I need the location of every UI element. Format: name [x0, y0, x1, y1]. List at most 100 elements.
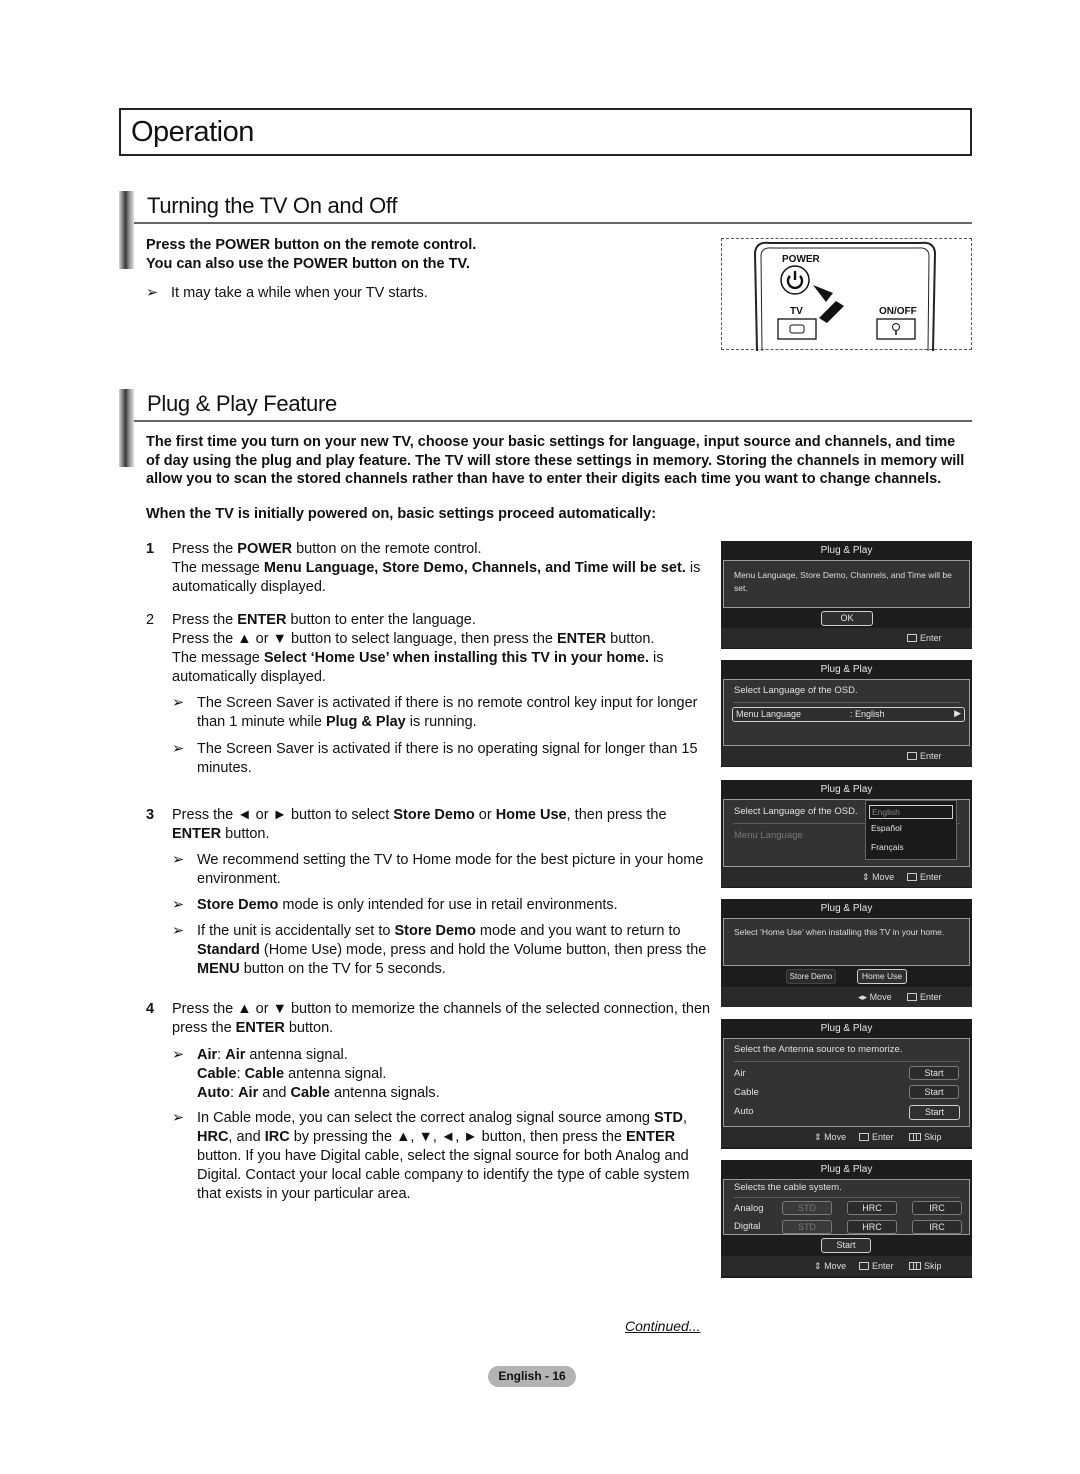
store-demo-button[interactable]: Store Demo: [786, 969, 836, 984]
menu-language-label: Menu Language: [734, 830, 803, 841]
digital-hrc-button[interactable]: HRC: [847, 1220, 897, 1234]
step-note: ➢ Air: Air antenna signal. Cable: Cable an…: [172, 1047, 440, 1101]
cable-start-button[interactable]: Start: [821, 1238, 871, 1253]
tv-label: TV: [790, 306, 803, 317]
osd-footer: Enter: [721, 746, 972, 766]
step-note: ➢ In Cable mode, you can select the corre…: [172, 1110, 690, 1202]
osd-ok-button[interactable]: OK: [821, 611, 873, 626]
enter-hint: Enter: [907, 992, 942, 1002]
power-label: POWER: [782, 254, 821, 265]
leftright-icon: ◂▸: [858, 992, 868, 1002]
section-rule: [134, 420, 972, 422]
step-number: 3: [146, 807, 155, 823]
updown-icon: ⇕: [862, 872, 870, 882]
pointer-arrow-icon: [813, 285, 833, 302]
osd-panel: Select Language of the OSD. Menu Languag…: [723, 679, 970, 746]
osd-title: Plug & Play: [820, 664, 873, 675]
step-note: ➢ Store Demo mode is only intended for us…: [172, 897, 618, 913]
note-arrow-icon: ➢: [172, 741, 185, 757]
language-dropdown[interactable]: English Español Français: [865, 800, 957, 860]
osd-message: Menu Language, Store Demo, Channels, and…: [723, 560, 970, 608]
start-air-button[interactable]: Start: [909, 1066, 959, 1080]
digital-std-button[interactable]: STD: [782, 1220, 832, 1234]
digital-irc-button[interactable]: IRC: [912, 1220, 962, 1234]
section2-intro: The first time you turn on your new TV, …: [146, 434, 965, 487]
section-heading-plug-and-play: Plug & Play Feature: [119, 389, 972, 467]
note-arrow-icon: ➢: [172, 1047, 185, 1063]
step-item: 4 Press the ▲ or ▼ button to memorize the…: [146, 1000, 711, 1038]
osd-title: Plug & Play: [820, 1164, 873, 1175]
osd-prompt: Select the Antenna source to memorize.: [734, 1044, 903, 1055]
skip-icon: [909, 1133, 921, 1141]
osd-screen-cable-system: Plug & Play Selects the cable system. An…: [721, 1160, 972, 1278]
osd-panel: Select the Antenna source to memorize. A…: [723, 1038, 970, 1127]
osd-screen-intro: Plug & Play Menu Language, Store Demo, C…: [721, 541, 972, 649]
start-cable-button[interactable]: Start: [909, 1085, 959, 1099]
osd-footer: Enter: [721, 628, 972, 648]
step-text: Press the POWER button on the remote con…: [172, 541, 701, 595]
continued-link: Continued...: [625, 1318, 701, 1334]
osd-title: Plug & Play: [820, 1023, 873, 1034]
osd-prompt: Select Language of the OSD.: [734, 685, 858, 696]
osd-footer: ⇕ Move Enter: [721, 867, 972, 887]
skip-icon: [909, 1262, 921, 1270]
step-item: 2 Press the ENTER button to enter the lan…: [146, 611, 711, 687]
enter-hint: Enter: [907, 751, 942, 761]
osd-prompt: Selects the cable system.: [734, 1182, 842, 1193]
enter-hint: Enter: [859, 1132, 894, 1142]
osd-footer: ⇕ Move Enter Skip: [721, 1256, 972, 1276]
note-arrow-icon: ➢: [172, 695, 185, 711]
language-option[interactable]: Español: [871, 823, 902, 833]
tv-button: [777, 318, 817, 340]
osd-screen-antenna: Plug & Play Select the Antenna source to…: [721, 1019, 972, 1149]
section-rule: [134, 222, 972, 224]
enter-icon: [859, 1262, 869, 1270]
osd-title: Plug & Play: [820, 545, 873, 556]
osd-screen-home-use: Plug & Play Select ‘Home Use’ when insta…: [721, 899, 972, 1007]
osd-title: Plug & Play: [820, 784, 873, 795]
move-hint: ⇕ Move: [814, 1132, 847, 1142]
section-bar-decoration: [119, 191, 134, 269]
chapter-title: Operation: [131, 116, 254, 148]
lead-line: You can also use the POWER button on the…: [146, 255, 470, 272]
updown-icon: ⇕: [814, 1261, 822, 1271]
cable-row-label: Analog: [734, 1203, 764, 1214]
analog-std-button[interactable]: STD: [782, 1201, 832, 1215]
step-number: 2: [146, 612, 155, 628]
antenna-row-label: Air: [734, 1068, 746, 1079]
section1-note: ➢ It may take a while when your TV start…: [146, 285, 428, 301]
language-option[interactable]: English: [869, 805, 953, 819]
lead-line: Press the POWER button on the remote con…: [146, 237, 477, 253]
note-arrow-icon: ➢: [146, 285, 159, 301]
antenna-row-label: Auto: [734, 1106, 754, 1117]
osd-title: Plug & Play: [820, 903, 873, 914]
step-number: 4: [146, 1001, 155, 1017]
antenna-row-label: Cable: [734, 1087, 759, 1098]
onoff-label: ON/OFF: [879, 306, 917, 317]
home-use-button[interactable]: Home Use: [857, 969, 907, 984]
osd-footer: ⇕ Move Enter Skip: [721, 1127, 972, 1147]
analog-hrc-button[interactable]: HRC: [847, 1201, 897, 1215]
enter-hint: Enter: [907, 872, 942, 882]
language-option[interactable]: Français: [871, 842, 904, 852]
osd-message: Select ‘Home Use’ when installing this T…: [723, 918, 970, 966]
osd-footer: ◂▸ Move Enter: [721, 987, 972, 1007]
section-title: Plug & Play Feature: [147, 391, 337, 416]
note-arrow-icon: ➢: [172, 923, 185, 939]
skip-hint: Skip: [909, 1261, 942, 1271]
onoff-button: [876, 318, 916, 340]
arrow-right-icon: ▶: [954, 708, 961, 718]
analog-irc-button[interactable]: IRC: [912, 1201, 962, 1215]
enter-icon: [907, 873, 917, 881]
start-auto-button[interactable]: Start: [909, 1105, 960, 1120]
enter-icon: [859, 1133, 869, 1141]
step-note: ➢ We recommend setting the TV to Home mod…: [172, 852, 704, 887]
menu-language-row[interactable]: Menu Language : English ▶: [732, 707, 965, 722]
move-hint: ⇕ Move: [862, 872, 895, 882]
enter-hint: Enter: [907, 633, 942, 643]
chapter-heading-box: Operation: [119, 108, 972, 156]
enter-icon: [907, 752, 917, 760]
enter-icon: [907, 634, 917, 642]
osd-screen-language: Plug & Play Select Language of the OSD. …: [721, 660, 972, 767]
osd-screen-language-dropdown: Plug & Play Select Language of the OSD. …: [721, 780, 972, 888]
